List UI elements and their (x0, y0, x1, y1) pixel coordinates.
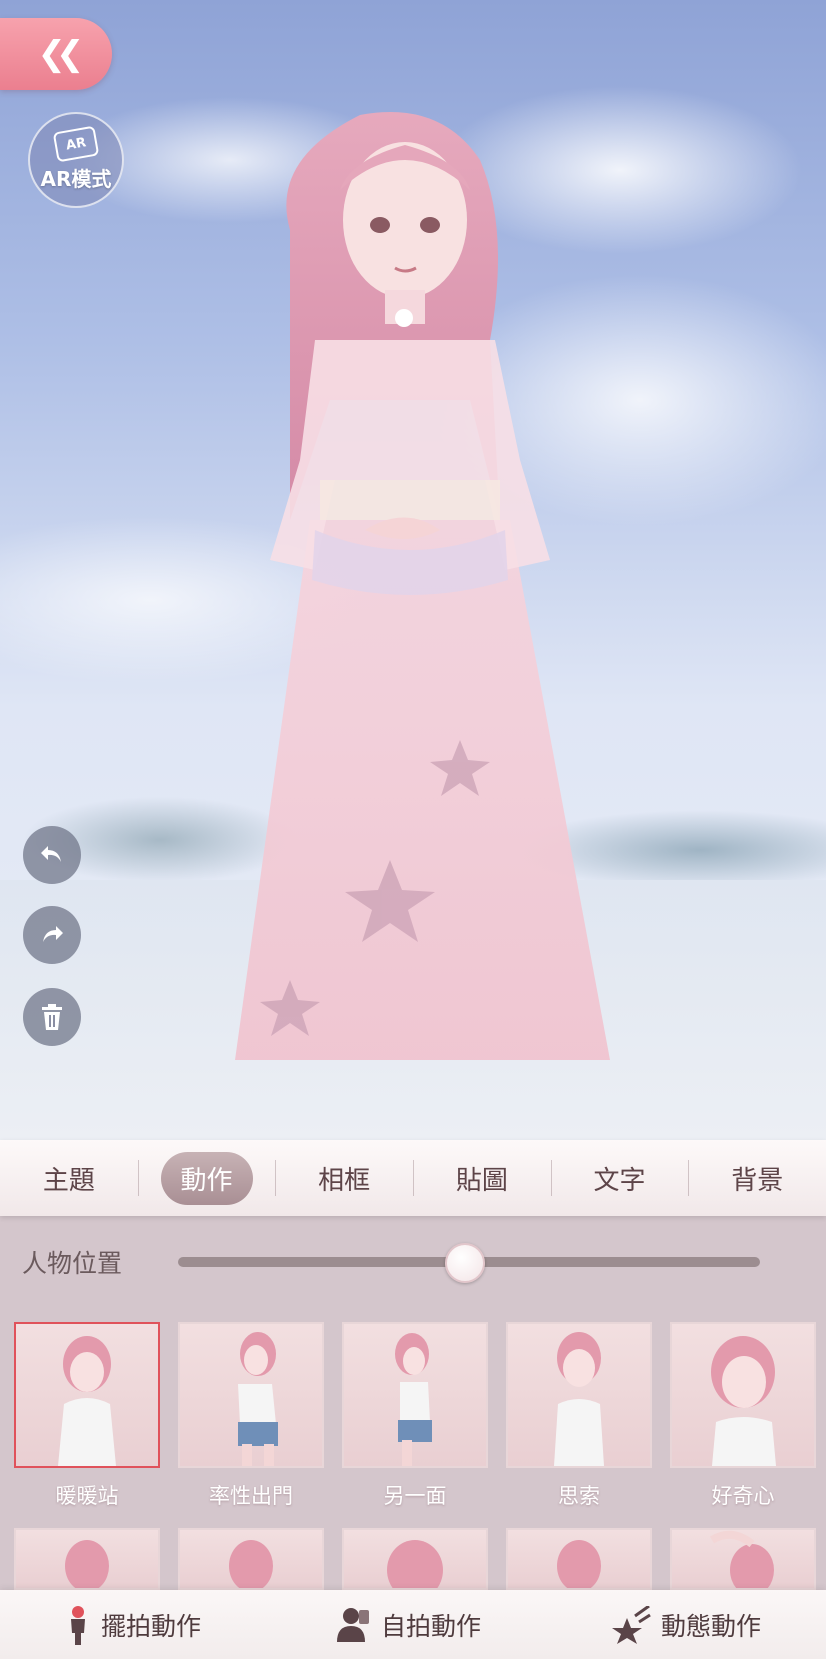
position-slider-thumb[interactable] (445, 1243, 486, 1283)
tab-action-label: 動作 (160, 1151, 253, 1205)
pose-thumbnail (14, 1528, 160, 1590)
pose-thumbnail (506, 1322, 652, 1468)
pose-action-mode-label: 擺拍動作 (100, 1611, 201, 1641)
pose-label: 好奇心 (711, 1484, 775, 1508)
selfie-action-mode[interactable]: 自拍動作 (331, 1606, 481, 1644)
tab-action[interactable]: 動作 (137, 1140, 276, 1216)
pose-action-mode[interactable]: 擺拍動作 (65, 1605, 201, 1645)
tab-text-label: 文字 (593, 1165, 646, 1196)
tab-background[interactable]: 背景 (688, 1140, 826, 1216)
delete-button[interactable] (23, 988, 81, 1046)
shooting-star-icon (611, 1605, 651, 1644)
pose-item[interactable] (178, 1528, 324, 1590)
pose-item[interactable] (342, 1528, 488, 1590)
tab-background-label: 背景 (731, 1165, 784, 1196)
tab-frame[interactable]: 相框 (275, 1140, 413, 1216)
pose-label: 率性出門 (209, 1484, 293, 1508)
pose-item[interactable] (506, 1528, 652, 1590)
pose-item[interactable]: 率性出門 (178, 1322, 324, 1510)
tab-text[interactable]: 文字 (550, 1140, 689, 1216)
dynamic-action-mode[interactable]: 動態動作 (611, 1605, 761, 1644)
redo-arrow-icon (43, 926, 63, 942)
dynamic-action-mode-label: 動態動作 (660, 1611, 761, 1641)
pose-item[interactable]: 另一面 (342, 1322, 488, 1510)
pose-item[interactable]: 思索 (506, 1322, 652, 1510)
pose-thumbnail (14, 1322, 160, 1468)
pose-thumbnail (178, 1322, 324, 1468)
category-tabs: 主題 動作 相框 貼圖 文字 背景 (0, 1140, 826, 1216)
tab-theme-label: 主題 (42, 1165, 95, 1196)
pose-grid: 暖暖站 率性出門 另一面 思索 好奇心 (14, 1322, 816, 1590)
undo-button[interactable] (23, 826, 81, 884)
pose-thumbnail (178, 1528, 324, 1590)
pose-thumbnail (506, 1528, 652, 1590)
pose-item[interactable] (14, 1528, 160, 1590)
double-chevron-left-icon: ❮❮ (37, 34, 85, 74)
back-button[interactable]: ❮❮ (0, 18, 112, 90)
pose-label: 另一面 (383, 1484, 447, 1508)
pose-item[interactable]: 好奇心 (670, 1322, 816, 1510)
character-position-row: 人物位置 (0, 1232, 826, 1288)
pose-label: 暖暖站 (55, 1484, 119, 1508)
tab-sticker[interactable]: 貼圖 (413, 1140, 551, 1216)
tab-sticker-label: 貼圖 (455, 1165, 508, 1196)
edit-panel: 主題 動作 相框 貼圖 文字 背景 人物位置 暖暖站 率性出門 另一面 思索 好… (0, 1140, 826, 1659)
pose-thumbnail (670, 1322, 816, 1468)
ar-badge-icon: AR (52, 125, 100, 162)
tab-frame-label: 相框 (318, 1165, 371, 1196)
pose-label: 思索 (558, 1484, 600, 1508)
ar-mode-label: AR模式 (40, 166, 112, 191)
trash-icon (42, 1004, 62, 1030)
pose-item[interactable] (670, 1528, 816, 1590)
redo-button[interactable] (23, 906, 81, 964)
tab-theme[interactable]: 主題 (0, 1140, 138, 1216)
standing-figure-icon (70, 1605, 85, 1645)
selfie-person-icon (336, 1607, 369, 1642)
action-mode-bar: 擺拍動作 自拍動作 動態動作 (0, 1590, 826, 1659)
pose-thumbnail (670, 1528, 816, 1590)
photo-scene (0, 0, 826, 1140)
pose-thumbnail (342, 1322, 488, 1468)
pose-thumbnail (342, 1528, 488, 1590)
character-figure (235, 112, 610, 1060)
ar-mode-button[interactable]: AR AR模式 (28, 112, 124, 208)
undo-arrow-icon (41, 846, 61, 862)
selfie-action-mode-label: 自拍動作 (380, 1611, 481, 1641)
character-position-label: 人物位置 (22, 1249, 123, 1278)
pose-item[interactable]: 暖暖站 (14, 1322, 160, 1510)
